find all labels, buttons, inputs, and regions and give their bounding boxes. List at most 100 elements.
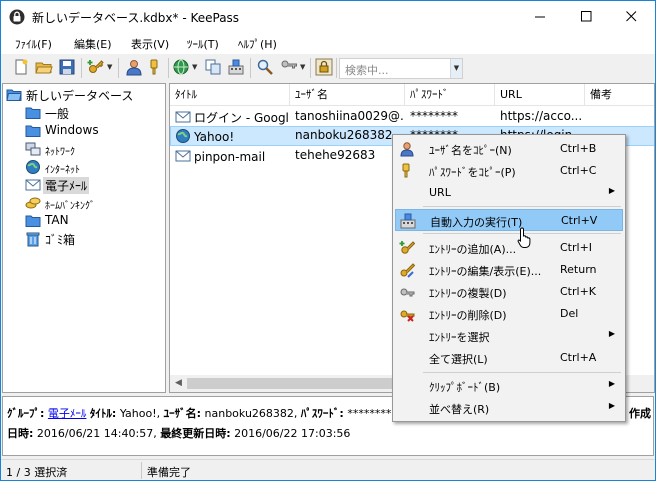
column-username[interactable]: ﾕｰｻﾞ名	[290, 84, 405, 106]
detail-modified-value: 2016/06/22 17:03:56	[234, 427, 351, 440]
toolbar-separator	[310, 58, 311, 78]
autotype-icon	[400, 213, 416, 229]
user-icon	[126, 60, 142, 76]
context-menu: ﾕｰｻﾞ名をｺﾋﾟｰ(N) Ctrl+B ﾊﾟｽﾜｰﾄﾞをｺﾋﾟｰ(P) Ctr…	[392, 134, 626, 422]
menu-perform-autotype[interactable]: 自動入力の実行(T) Ctrl+V	[395, 209, 623, 231]
add-entry-toolbar-button[interactable]	[87, 58, 105, 76]
entry-username: nanboku268382	[295, 128, 393, 142]
entry-title-cell: ログイン - Googl...	[175, 109, 288, 126]
menu-help[interactable]: ﾍﾙﾌﾟ(H)	[238, 36, 277, 52]
folder-icon	[25, 215, 41, 227]
entry-title: pinpon-mail	[194, 150, 266, 164]
menu-delete-entry[interactable]: ｴﾝﾄﾘｰの削除(D) Del	[395, 303, 623, 325]
maximize-button[interactable]	[564, 1, 610, 32]
menu-edit[interactable]: 編集(E)	[74, 36, 112, 52]
submenu-arrow-icon: ▶	[608, 401, 615, 410]
status-bar: 1 / 3 選択済 準備完了	[1, 459, 655, 480]
column-password[interactable]: ﾊﾟｽﾜｰﾄﾞ	[405, 84, 495, 106]
menu-view[interactable]: 表示(V)	[131, 36, 169, 52]
detail-user-value: nanboku268382,	[204, 407, 298, 420]
menu-separator	[423, 206, 621, 207]
window-title: 新しいデータベース.kdbx* - KeePass	[32, 11, 240, 25]
keys-icon	[281, 60, 297, 69]
status-selection: 1 / 3 選択済	[6, 466, 68, 479]
find-toolbar-button[interactable]	[256, 58, 274, 76]
new-database-button[interactable]	[12, 58, 30, 76]
menu-copy-username[interactable]: ﾕｰｻﾞ名をｺﾋﾟｰ(N) Ctrl+B	[395, 138, 623, 160]
recycle-bin-icon	[26, 232, 40, 247]
keepass-lock-icon	[9, 9, 25, 25]
tree-group-label: TAN	[45, 213, 69, 227]
menu-file[interactable]: ﾌｧｲﾙ(F)	[15, 36, 52, 52]
copy-password-toolbar-button[interactable]	[147, 58, 165, 76]
detail-user-label: ﾕｰｻﾞ名:	[163, 407, 202, 420]
menu-copy-password[interactable]: ﾊﾟｽﾜｰﾄﾞをｺﾋﾟｰ(P) Ctrl+C	[395, 160, 623, 182]
menu-item-label: ﾕｰｻﾞ名をｺﾋﾟｰ(N)	[429, 144, 512, 157]
autotype-toolbar-button[interactable]	[227, 58, 245, 76]
menu-tools[interactable]: ﾂｰﾙ(T)	[187, 36, 219, 52]
close-button[interactable]	[609, 1, 655, 32]
menu-item-shortcut: Ctrl+A	[560, 351, 597, 364]
menu-item-label: 全て選択(L)	[429, 353, 488, 366]
globe-icon	[26, 160, 40, 174]
minimize-button[interactable]	[518, 1, 564, 32]
menu-duplicate-entry[interactable]: ｴﾝﾄﾘｰの複製(D) Ctrl+K	[395, 281, 623, 303]
maximize-icon	[581, 11, 592, 22]
column-url[interactable]: URL	[495, 84, 585, 106]
scroll-left-icon[interactable]: ◀	[170, 375, 187, 392]
group-tree[interactable]: 新しいデータベース 一般 Windows ﾈｯﾄﾜｰｸ ｲﾝﾀｰﾈｯﾄ 電子ﾒｰ…	[2, 83, 166, 393]
menu-clipboard[interactable]: ｸﾘｯﾌﾟﾎﾞｰﾄﾞ(B) ▶	[395, 375, 623, 397]
detail-password-label: ﾊﾟｽﾜｰﾄﾞ:	[300, 407, 344, 420]
envelope-icon	[25, 179, 41, 191]
user-icon	[400, 142, 414, 157]
entry-title-cell: pinpon-mail	[175, 148, 288, 164]
search-placeholder: 検索中...	[345, 64, 389, 77]
lock-workspace-button[interactable]	[315, 58, 333, 76]
entry-url: https://acco...	[500, 109, 583, 123]
mouse-pointer-icon	[517, 227, 531, 248]
menu-sort-by[interactable]: 並べ替え(R) ▶	[395, 397, 623, 419]
key-icon	[402, 163, 410, 178]
open-url-dropdown-icon[interactable]: ▼	[192, 59, 199, 75]
open-url-toolbar-button[interactable]	[172, 58, 190, 76]
submenu-arrow-icon: ▶	[608, 186, 615, 195]
tree-group-label: 一般	[45, 107, 70, 121]
menu-item-shortcut: Ctrl+V	[561, 214, 598, 227]
column-notes[interactable]: 備考	[585, 84, 654, 106]
detail-date-label: 日時:	[7, 427, 34, 440]
scrollbar-thumb[interactable]	[187, 378, 422, 389]
menu-item-label: ｴﾝﾄﾘｰの複製(D)	[429, 287, 507, 300]
copy-username-toolbar-button[interactable]	[125, 58, 143, 76]
menu-add-entry[interactable]: ｴﾝﾄﾘｰの追加(A)... Ctrl+I	[395, 237, 623, 259]
menu-select-entries[interactable]: ｴﾝﾄﾘｰを選択 ▶	[395, 325, 623, 347]
menu-item-shortcut: Ctrl+K	[560, 285, 597, 298]
show-entries-dropdown-icon[interactable]: ▼	[300, 59, 307, 75]
menu-select-all[interactable]: 全て選択(L) Ctrl+A	[395, 347, 623, 369]
search-dropdown-icon[interactable]: ▼	[450, 59, 462, 78]
keepass-window: 新しいデータベース.kdbx* - KeePass ﾌｧｲﾙ(F) 編集(E) …	[0, 0, 656, 481]
quick-search-combo[interactable]: 検索中... ▼	[339, 58, 463, 79]
menu-item-shortcut: Ctrl+I	[560, 241, 593, 254]
save-icon	[59, 59, 75, 75]
entry-row[interactable]: ログイン - Googl... tanoshiina0029@... *****…	[170, 107, 654, 127]
toolbar: ▼ ▼ ▼	[1, 54, 655, 82]
menu-edit-entry[interactable]: ｴﾝﾄﾘｰの編集/表示(E)... Return	[395, 259, 623, 281]
detail-group-link[interactable]: 電子ﾒｰﾙ	[48, 407, 87, 420]
network-icon	[25, 142, 41, 156]
show-entries-toolbar-button[interactable]	[280, 58, 298, 76]
copy-icon	[205, 59, 221, 75]
list-header: ﾀｲﾄﾙ ﾕｰｻﾞ名 ﾊﾟｽﾜｰﾄﾞ URL 備考	[170, 84, 654, 106]
open-database-button[interactable]	[35, 58, 53, 76]
add-entry-icon	[399, 241, 415, 254]
status-separator	[141, 462, 142, 479]
title-bar: 新しいデータベース.kdbx* - KeePass	[1, 1, 655, 32]
menu-url[interactable]: URL ▶	[395, 182, 623, 204]
add-entry-dropdown-icon[interactable]: ▼	[107, 59, 114, 75]
entry-username: tehehe92683	[295, 148, 376, 162]
entry-title-cell: Yahoo!	[175, 128, 288, 144]
copy-url-toolbar-button[interactable]	[204, 58, 222, 76]
folder-icon	[25, 125, 41, 137]
column-title[interactable]: ﾀｲﾄﾙ	[170, 84, 290, 106]
tree-group-label: Windows	[45, 123, 99, 137]
save-button[interactable]	[58, 58, 76, 76]
